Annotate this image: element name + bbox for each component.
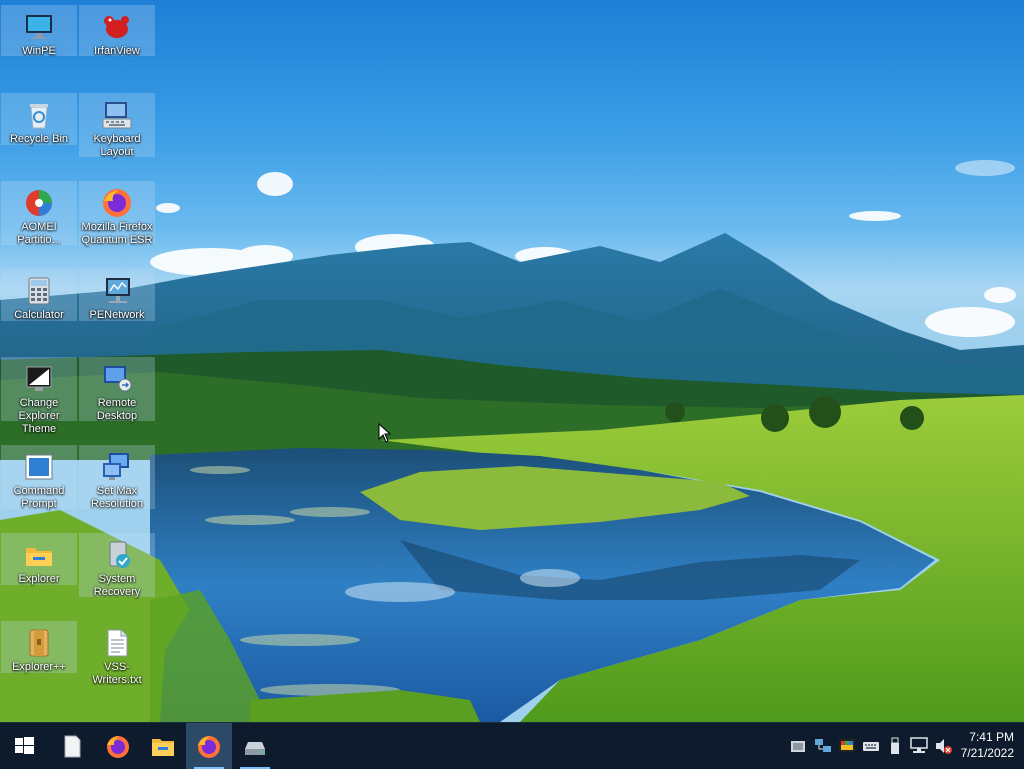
mouse-cursor-icon [378,423,392,443]
desktop-icon-irfanview[interactable]: IrfanView [79,5,155,57]
document-icon [64,735,81,758]
icon-label: Mozilla Firefox Quantum ESR [81,221,153,246]
drive-icon [245,742,265,755]
system-recovery-icon [101,539,133,571]
usb-icon[interactable] [886,736,904,756]
icon-label: Set Max Resolution [91,485,143,510]
taskbar-drive-button[interactable] [232,723,278,769]
theme-icon [23,363,55,395]
icon-label: Change Explorer Theme [18,397,60,435]
volume-muted-icon[interactable] [934,736,952,756]
keyboard-icon [101,99,133,131]
text-file-icon [101,627,133,659]
icon-label: PENetwork [89,309,145,321]
color-icon[interactable] [838,736,856,756]
recycle-bin-icon [23,99,55,131]
remote-desktop-icon [101,363,133,395]
icon-label: Keyboard Layout [93,133,141,158]
icon-label: Recycle Bin [9,133,69,145]
desktop-icon-keyboard-layout[interactable]: Keyboard Layout [79,93,155,158]
desktop-icon-change-explorer-theme[interactable]: Change Explorer Theme [1,357,77,435]
desktop[interactable]: WinPE IrfanView Recycle Bin Keyboard Lay… [0,0,1024,722]
desktop-icon-firefox[interactable]: Mozilla Firefox Quantum ESR [79,181,155,246]
explorer-plus-icon [23,627,55,659]
clock-time: 7:41 PM [969,730,1014,744]
icon-label: System Recovery [93,573,141,598]
firefox-icon [198,736,220,758]
system-clock[interactable]: 7:41 PM 7/21/2022 [961,729,1014,761]
desktop-icon-vss-writers[interactable]: VSS-Writers.txt [79,621,155,686]
icon-label: VSS-Writers.txt [92,661,142,686]
taskbar-notepad-button[interactable] [49,723,95,769]
desktop-icon-explorer[interactable]: Explorer [1,533,77,585]
desktop-icon-system-recovery[interactable]: System Recovery [79,533,155,598]
desktop-icon-penetwork[interactable]: PENetwork [79,269,155,321]
network-icon [101,275,133,307]
desktop-icon-explorer-plus[interactable]: Explorer++ [1,621,77,673]
file-explorer-icon [152,739,174,756]
icon-label: Remote Desktop [96,397,138,422]
clock-date: 7/21/2022 [960,746,1014,760]
taskbar-file-explorer-button[interactable] [140,723,186,769]
network-icon[interactable] [910,736,928,756]
firefox-icon [101,187,133,219]
desktop-icon-recycle-bin[interactable]: Recycle Bin [1,93,77,145]
icon-label: AOMEI Partitio... [17,221,61,246]
desktop-icon-winpe[interactable]: WinPE [1,5,77,57]
folder-icon [23,539,55,571]
command-prompt-icon [23,451,55,483]
icon-label: IrfanView [94,45,140,57]
taskbar-firefox-active-button[interactable] [186,723,232,769]
icon-label: Command Prompt [13,485,65,510]
resolution-icon [101,451,133,483]
icon-label: WinPE [22,45,56,57]
icon-label: Calculator [14,309,64,321]
icon-label: Explorer++ [12,661,66,673]
taskbar: 7:41 PM 7/21/2022 [0,722,1024,769]
irfanview-icon [101,11,133,43]
desktop-icon-command-prompt[interactable]: Command Prompt [1,445,77,510]
aomei-partition-icon [23,187,55,219]
start-icon [15,737,34,754]
desktop-icon-calculator[interactable]: Calculator [1,269,77,321]
monitor-icon [23,11,55,43]
notification-icon[interactable] [789,736,807,756]
network-share-icon[interactable] [814,736,832,756]
start-button[interactable] [1,723,47,769]
desktop-icon-set-max-resolution[interactable]: Set Max Resolution [79,445,155,510]
firefox-icon [107,736,129,758]
desktop-icon-remote-desktop[interactable]: Remote Desktop [79,357,155,422]
taskbar-firefox-button[interactable] [95,723,141,769]
desktop-icon-aomei[interactable]: AOMEI Partitio... [1,181,77,246]
keyboard-icon[interactable] [862,736,880,756]
icon-label: Explorer [18,573,60,585]
calculator-icon [23,275,55,307]
